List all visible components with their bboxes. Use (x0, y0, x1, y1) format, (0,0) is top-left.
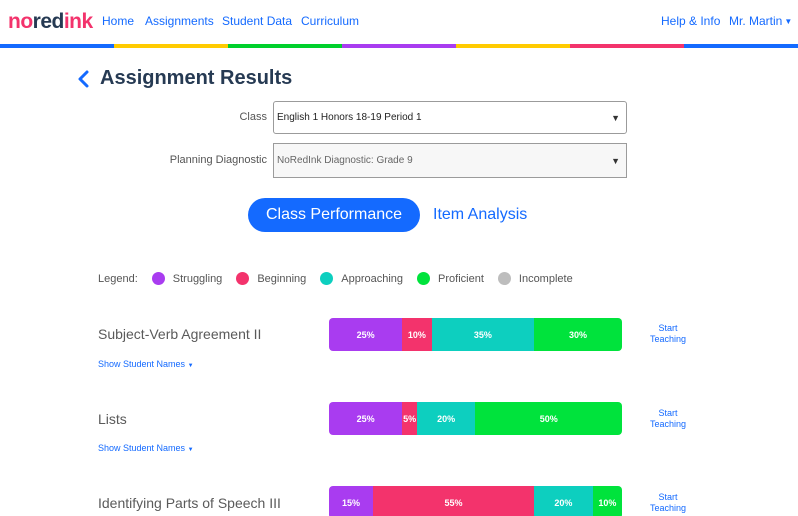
nav-home-link[interactable]: Home (102, 14, 134, 28)
legend-text: Struggling (172, 272, 223, 285)
segment-beginning[interactable]: 10% (402, 318, 432, 351)
performance-bar: 25% 5% 20% 50% (329, 402, 622, 435)
legend-text: Proficient (438, 272, 484, 285)
segment-struggling[interactable]: 15% (329, 486, 373, 516)
segment-struggling[interactable]: 25% (329, 402, 403, 435)
proficient-dot-icon (417, 272, 431, 285)
legend: Legend: Struggling Beginning Approaching… (98, 272, 573, 285)
segment-proficient[interactable]: 30% (534, 318, 622, 351)
segment-proficient[interactable]: 50% (475, 402, 622, 435)
nav-help-link[interactable]: Help & Info (661, 14, 720, 28)
user-name: Mr. Martin (729, 14, 783, 28)
beginning-dot-icon (236, 272, 250, 285)
stripe-segment (114, 44, 228, 48)
show-names-text: Show Student Names (98, 443, 186, 453)
diagnostic-select[interactable]: NoRedInk Diagnostic: Grade 9 ▼ (273, 143, 627, 178)
chevron-down-icon: ▼ (187, 363, 194, 369)
legend-item-incomplete: Incomplete (497, 272, 573, 285)
stripe-segment (684, 44, 798, 48)
show-student-names-link[interactable]: Show Student Names ▼ (98, 443, 194, 453)
stripe-segment (342, 44, 456, 48)
chevron-down-icon: ▼ (187, 447, 194, 453)
segment-struggling[interactable]: 25% (329, 318, 403, 351)
start-teaching-link[interactable]: Start Teaching (640, 323, 696, 345)
segment-beginning[interactable]: 55% (372, 486, 535, 516)
page-title: Assignment Results (100, 67, 293, 89)
legend-item-proficient: Proficient (417, 272, 484, 285)
chevron-down-icon: ▼ (784, 17, 793, 26)
legend-item-struggling: Struggling (151, 272, 223, 285)
logo-part-ink: ink (63, 10, 93, 33)
nav-assignments-link[interactable]: Assignments (145, 14, 214, 28)
diagnostic-select-value: NoRedInk Diagnostic: Grade 9 (277, 155, 413, 166)
nav-curriculum-link[interactable]: Curriculum (301, 14, 359, 28)
logo-part-no: no (8, 10, 33, 33)
user-menu[interactable]: Mr. Martin ▼ (729, 14, 792, 28)
start-text: Start (658, 323, 678, 333)
skill-title: Lists (98, 411, 127, 427)
show-names-text: Show Student Names (98, 359, 186, 369)
dropdown-arrow-icon: ▼ (611, 155, 620, 166)
noredink-logo[interactable]: noredink (8, 10, 93, 34)
start-teaching-link[interactable]: Start Teaching (640, 408, 696, 430)
segment-approaching[interactable]: 20% (534, 486, 593, 516)
start-text: Start (658, 492, 678, 502)
skill-title: Subject-Verb Agreement II (98, 326, 262, 342)
struggling-dot-icon (151, 272, 165, 285)
stripe-segment (0, 44, 114, 48)
performance-bar: 25% 10% 35% 30% (329, 318, 622, 351)
logo-part-red: red (32, 10, 65, 33)
legend-text: Beginning (257, 272, 307, 285)
class-label: Class (239, 111, 267, 123)
start-text: Start (658, 408, 678, 418)
teaching-text: Teaching (649, 503, 687, 513)
tab-item-analysis[interactable]: Item Analysis (433, 206, 527, 224)
start-teaching-link[interactable]: Start Teaching (640, 492, 696, 514)
legend-item-approaching: Approaching (320, 272, 403, 285)
stripe-segment (456, 44, 570, 48)
legend-text: Approaching (341, 272, 404, 285)
show-student-names-link[interactable]: Show Student Names ▼ (98, 359, 194, 369)
stripe-segment (228, 44, 342, 48)
legend-text: Incomplete (518, 272, 573, 285)
top-nav: noredink Home Assignments Student Data C… (0, 0, 798, 44)
dropdown-arrow-icon: ▼ (611, 112, 620, 123)
rainbow-stripe (0, 44, 798, 48)
segment-beginning[interactable]: 5% (402, 402, 417, 435)
legend-label: Legend: (98, 272, 138, 285)
diagnostic-label: Planning Diagnostic (169, 154, 267, 166)
incomplete-dot-icon (497, 272, 511, 285)
segment-approaching[interactable]: 20% (416, 402, 476, 435)
approaching-dot-icon (320, 272, 334, 285)
segment-proficient[interactable]: 10% (592, 486, 622, 516)
stripe-segment (570, 44, 684, 48)
teaching-text: Teaching (649, 419, 687, 429)
back-chevron-icon[interactable] (76, 68, 92, 90)
performance-bar: 15% 55% 20% 10% (329, 486, 622, 516)
segment-approaching[interactable]: 35% (431, 318, 535, 351)
skill-title: Identifying Parts of Speech III (98, 495, 281, 511)
class-select[interactable]: English 1 Honors 18-19 Period 1 ▼ (273, 101, 627, 134)
tab-class-performance[interactable]: Class Performance (248, 198, 420, 232)
legend-item-beginning: Beginning (236, 272, 306, 285)
class-select-value: English 1 Honors 18-19 Period 1 (277, 112, 422, 123)
teaching-text: Teaching (649, 334, 687, 344)
nav-student-data-link[interactable]: Student Data (222, 14, 292, 28)
